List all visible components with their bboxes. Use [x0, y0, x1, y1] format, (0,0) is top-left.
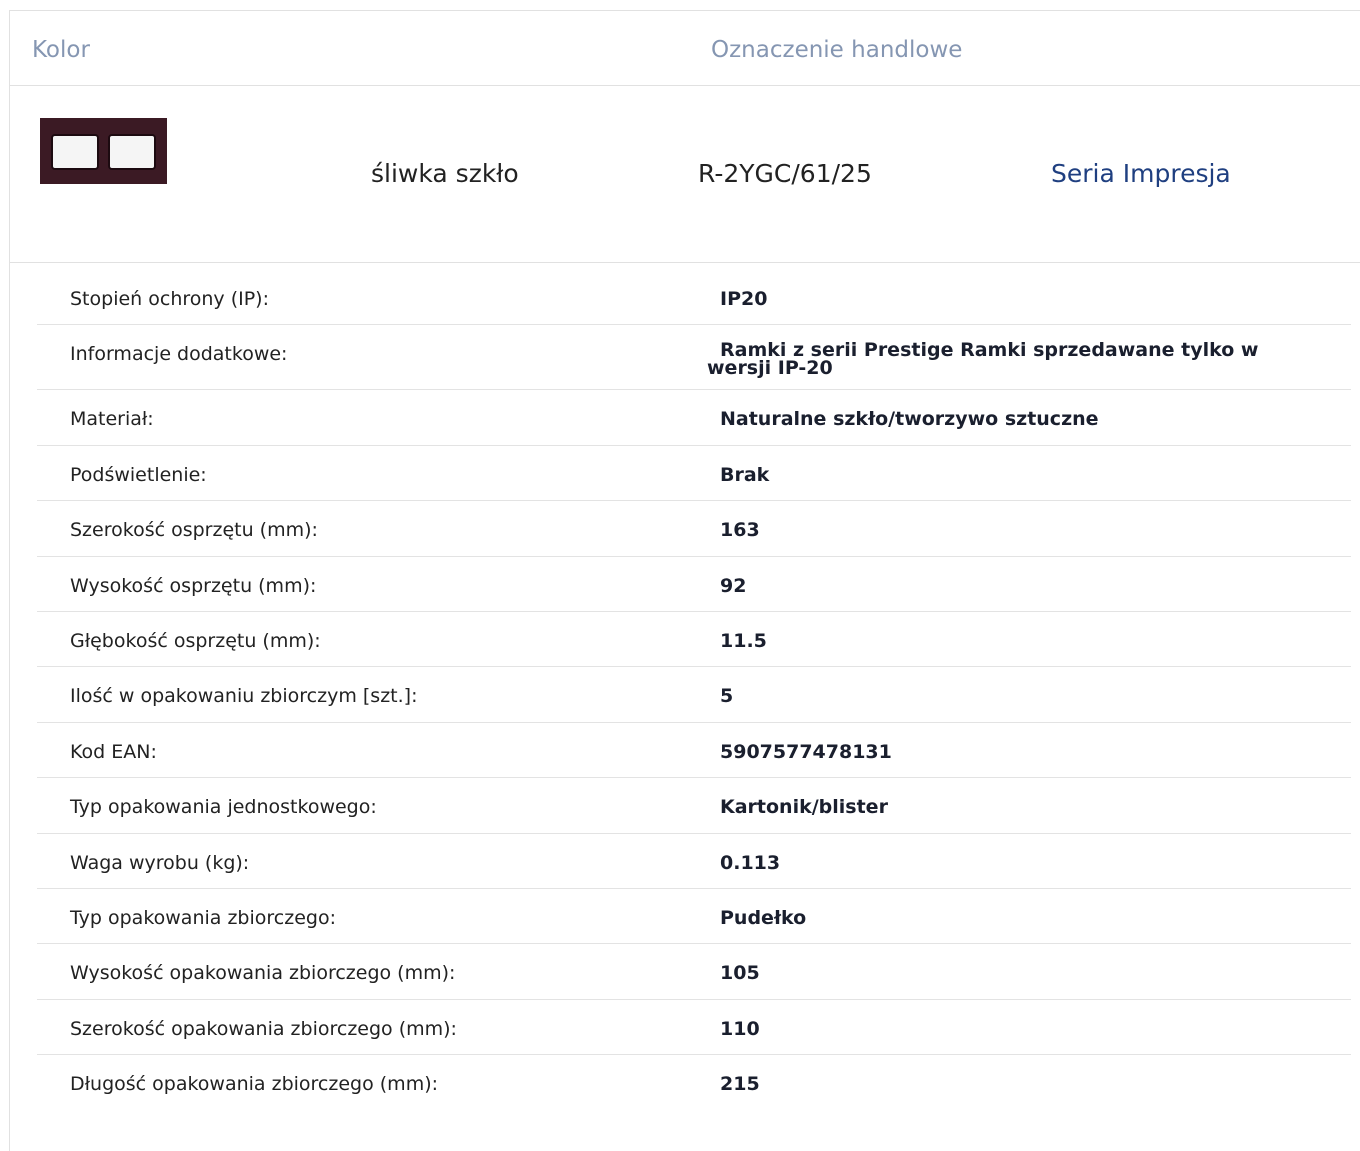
spec-value: 92 — [720, 574, 747, 597]
spec-label: Informacje dodatkowe: — [70, 343, 288, 366]
spec-label: Typ opakowania zbiorczego: — [70, 906, 336, 929]
product-code: R-2YGC/61/25 — [698, 159, 872, 188]
spec-value: 11.5 — [720, 629, 767, 652]
spec-row: Szerokość osprzętu (mm): 163 — [37, 501, 1351, 557]
spec-value: 110 — [720, 1017, 760, 1040]
spec-row: Materiał: Naturalne szkło/tworzywo sztuc… — [37, 390, 1351, 446]
spec-label: Typ opakowania jednostkowego: — [70, 796, 377, 819]
spec-label: Wysokość osprzętu (mm): — [70, 574, 317, 597]
spec-label: Stopień ochrony (IP): — [70, 288, 269, 310]
header-color: Kolor — [32, 37, 90, 63]
spec-row: Typ opakowania jednostkowego: Kartonik/b… — [37, 778, 1351, 834]
spec-row: Długość opakowania zbiorczego (mm): 215 — [37, 1055, 1351, 1110]
spec-label: Szerokość osprzętu (mm): — [70, 519, 318, 542]
spec-value: 5907577478131 — [720, 740, 892, 763]
table-header: Kolor Oznaczenie handlowe — [10, 11, 1360, 86]
spec-label: Długość opakowania zbiorczego (mm): — [70, 1073, 439, 1096]
spec-value: Ramki z serii Prestige Ramki sprzedawane… — [707, 339, 1259, 380]
spec-row: Głębokość osprzętu (mm): 11.5 — [37, 612, 1351, 668]
spec-row: Podświetlenie: Brak — [37, 446, 1351, 502]
spec-value: Brak — [720, 463, 770, 486]
spec-row: Wysokość osprzętu (mm): 92 — [37, 557, 1351, 612]
spec-value: 105 — [720, 962, 760, 985]
spec-label: Materiał: — [70, 408, 154, 431]
spec-label: Wysokość opakowania zbiorczego (mm): — [70, 962, 456, 985]
spec-value: Naturalne szkło/tworzywo sztuczne — [720, 408, 1099, 431]
spec-row: Informacje dodatkowe: Ramki z serii Pres… — [37, 325, 1351, 391]
frame-swatch-image — [40, 118, 167, 184]
spec-row: Kod EAN: 5907577478131 — [37, 723, 1351, 779]
spec-row: Waga wyrobu (kg): 0.113 — [37, 834, 1351, 889]
spec-label: Głębokość osprzętu (mm): — [70, 629, 321, 652]
spec-value: Kartonik/blister — [720, 796, 888, 819]
frame-opening-right — [108, 134, 156, 170]
product-color-name: śliwka szkło — [371, 159, 519, 188]
spec-label: Podświetlenie: — [70, 463, 207, 486]
spec-value: 0.113 — [720, 851, 781, 874]
frame-opening-left — [51, 134, 99, 170]
product-row: śliwka szkło R-2YGC/61/25 Seria Impresja — [10, 86, 1360, 263]
spec-value: Pudełko — [720, 906, 807, 929]
series-link[interactable]: Seria Impresja — [1051, 159, 1231, 189]
spec-row: Szerokość opakowania zbiorczego (mm): 11… — [37, 1000, 1351, 1056]
spec-label: Szerokość opakowania zbiorczego (mm): — [70, 1017, 457, 1040]
spec-value: 215 — [720, 1073, 760, 1096]
spec-value: 163 — [720, 519, 760, 542]
spec-row: Ilość w opakowaniu zbiorczym [szt.]: 5 — [37, 667, 1351, 723]
spec-value: 5 — [720, 685, 734, 708]
spec-label: Waga wyrobu (kg): — [70, 851, 250, 874]
spec-label: Kod EAN: — [70, 740, 157, 763]
specs-table: Stopień ochrony (IP): IP20 Informacje do… — [37, 270, 1351, 1110]
spec-value: IP20 — [720, 288, 768, 310]
spec-label: Ilość w opakowaniu zbiorczym [szt.]: — [70, 685, 418, 708]
spec-row: Stopień ochrony (IP): IP20 — [37, 270, 1351, 326]
spec-row: Wysokość opakowania zbiorczego (mm): 105 — [37, 944, 1351, 1000]
header-trade-name: Oznaczenie handlowe — [711, 37, 963, 63]
spec-row: Typ opakowania zbiorczego: Pudełko — [37, 889, 1351, 945]
